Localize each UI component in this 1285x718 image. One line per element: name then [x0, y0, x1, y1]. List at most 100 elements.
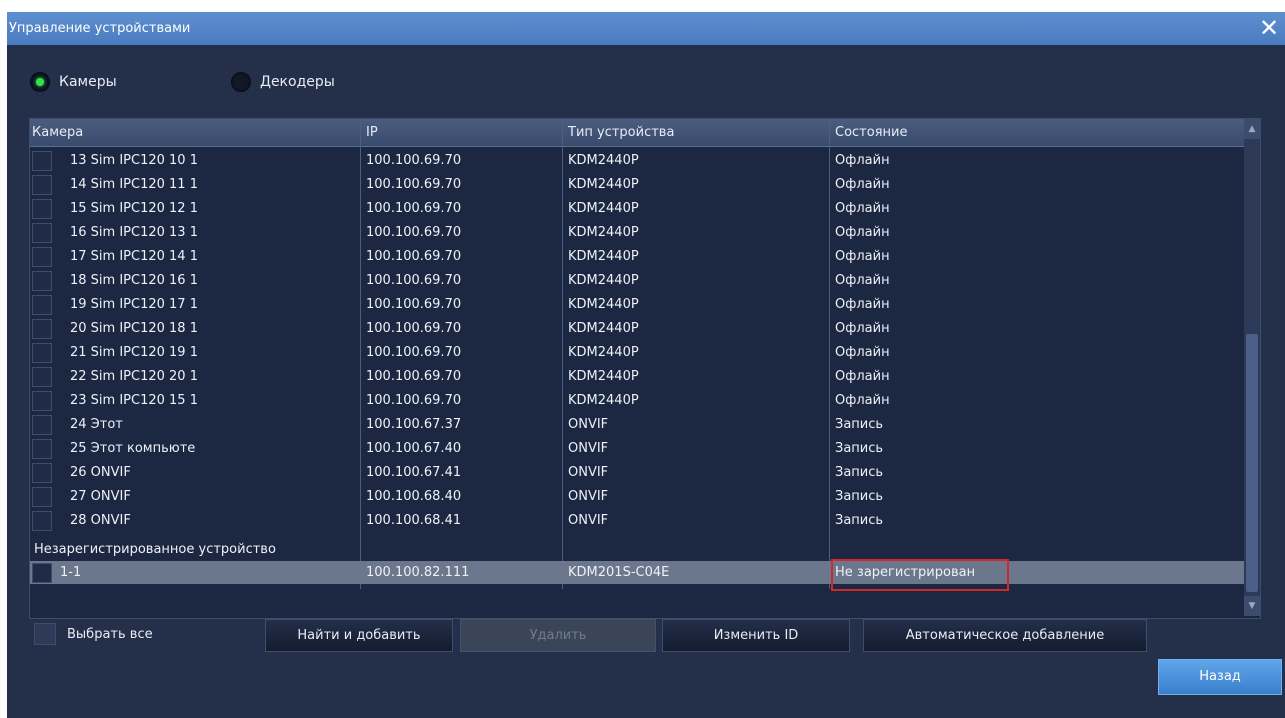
table-row[interactable]: 26 ONVIF 100.100.67.41 ONVIF Запись — [30, 461, 1252, 484]
cell-ip: 100.100.69.70 — [366, 153, 462, 168]
delete-button[interactable]: Удалить — [460, 619, 656, 652]
cell-type: ONVIF — [568, 513, 609, 528]
column-header-ip[interactable]: IP — [366, 125, 378, 140]
cell-status: Запись — [835, 489, 884, 504]
table-row[interactable]: 16 Sim IPC120 13 1 100.100.69.70 KDM2440P О… — [30, 221, 1252, 244]
cell-ip: 100.100.69.70 — [366, 297, 462, 312]
cell-type: KDM2440P — [568, 273, 639, 288]
row-checkbox[interactable] — [32, 319, 52, 339]
table-scrollbar[interactable]: ▲ ▼ — [1244, 119, 1260, 616]
row-checkbox[interactable] — [32, 271, 52, 291]
cell-type: KDM2440P — [568, 153, 639, 168]
cell-ip: 100.100.69.70 — [366, 273, 462, 288]
row-checkbox[interactable] — [32, 343, 52, 363]
cell-camera: 19 Sim IPC120 17 1 — [70, 297, 198, 312]
table-row[interactable]: 27 ONVIF 100.100.68.40 ONVIF Запись — [30, 485, 1252, 508]
cell-status: Запись — [835, 465, 884, 480]
cell-type: KDM2440P — [568, 297, 639, 312]
cell-type: KDM201S-C04E — [568, 565, 670, 580]
cell-type: ONVIF — [568, 417, 609, 432]
table-row[interactable]: 28 ONVIF 100.100.68.41 ONVIF Запись — [30, 509, 1252, 532]
cell-type: KDM2440P — [568, 345, 639, 360]
table-row[interactable]: 13 Sim IPC120 10 1 100.100.69.70 KDM2440P О… — [30, 149, 1252, 172]
row-checkbox[interactable] — [32, 199, 52, 219]
table-row[interactable]: 14 Sim IPC120 11 1 100.100.69.70 KDM2440P О… — [30, 173, 1252, 196]
cell-camera: 17 Sim IPC120 14 1 — [70, 249, 198, 264]
cell-status: Офлайн — [835, 345, 890, 360]
cell-ip: 100.100.69.70 — [366, 393, 462, 408]
row-checkbox[interactable] — [32, 247, 52, 267]
cell-status: Запись — [835, 513, 884, 528]
cell-camera: 21 Sim IPC120 19 1 — [70, 345, 198, 360]
table-row[interactable]: 20 Sim IPC120 18 1 100.100.69.70 KDM2440P О… — [30, 317, 1252, 340]
cell-ip: 100.100.69.70 — [366, 249, 462, 264]
close-icon[interactable]: ✕ — [1255, 14, 1283, 42]
table-row[interactable]: 23 Sim IPC120 15 1 100.100.69.70 KDM2440P О… — [30, 389, 1252, 412]
cell-type: KDM2440P — [568, 249, 639, 264]
table-row[interactable]: 15 Sim IPC120 12 1 100.100.69.70 KDM2440P О… — [30, 197, 1252, 220]
table-row[interactable]: 18 Sim IPC120 16 1 100.100.69.70 KDM2440P О… — [30, 269, 1252, 292]
radio-decoders-label: Декодеры — [260, 74, 335, 90]
cell-camera: 27 ONVIF — [70, 489, 131, 504]
row-checkbox[interactable] — [32, 391, 52, 411]
cell-ip: 100.100.67.37 — [366, 417, 462, 432]
row-checkbox[interactable] — [32, 295, 52, 315]
group-header-unregistered: Незарегистрированное устройство — [30, 538, 1252, 561]
radio-cameras[interactable]: Камеры — [30, 72, 117, 92]
row-checkbox[interactable] — [32, 487, 52, 507]
cell-camera: 13 Sim IPC120 10 1 — [70, 153, 198, 168]
table-row[interactable]: 17 Sim IPC120 14 1 100.100.69.70 KDM2440P О… — [30, 245, 1252, 268]
column-header-status[interactable]: Состояние — [835, 125, 907, 140]
cell-type: ONVIF — [568, 489, 609, 504]
cell-status: Офлайн — [835, 225, 890, 240]
cell-status: Запись — [835, 417, 884, 432]
cell-status: Офлайн — [835, 297, 890, 312]
back-button[interactable]: Назад — [1158, 659, 1282, 695]
cell-status: Офлайн — [835, 177, 890, 192]
cell-ip: 100.100.68.40 — [366, 489, 462, 504]
cell-status: Офлайн — [835, 321, 890, 336]
row-checkbox[interactable] — [32, 175, 52, 195]
table-row[interactable]: 22 Sim IPC120 20 1 100.100.69.70 KDM2440P О… — [30, 365, 1252, 388]
table-row[interactable]: 19 Sim IPC120 17 1 100.100.69.70 KDM2440P О… — [30, 293, 1252, 316]
row-checkbox[interactable] — [32, 511, 52, 531]
cell-type: ONVIF — [568, 465, 609, 480]
cell-ip: 100.100.69.70 — [366, 345, 462, 360]
table-header: Камера IP Тип устройства Состояние — [30, 119, 1260, 147]
scroll-down-icon[interactable]: ▼ — [1244, 596, 1260, 616]
table-row[interactable]: 24 Этот 100.100.67.37 ONVIF Запись — [30, 413, 1252, 436]
table-row[interactable]: 25 Этот компьюте 100.100.67.40 ONVIF Запись — [30, 437, 1252, 460]
select-all-label: Выбрать все — [67, 627, 153, 642]
radio-decoders[interactable]: Декодеры — [231, 72, 335, 92]
change-id-button[interactable]: Изменить ID — [662, 619, 850, 652]
scroll-up-icon[interactable]: ▲ — [1244, 119, 1260, 139]
row-checkbox[interactable] — [32, 223, 52, 243]
cell-type: KDM2440P — [568, 225, 639, 240]
table-row-unregistered[interactable]: 1-1 100.100.82.111 KDM201S-C04E Не зарег… — [30, 561, 1252, 584]
row-checkbox[interactable] — [32, 439, 52, 459]
cell-camera: 14 Sim IPC120 11 1 — [70, 177, 198, 192]
cell-ip: 100.100.69.70 — [366, 369, 462, 384]
auto-add-button[interactable]: Автоматическое добавление — [863, 619, 1147, 652]
table-row[interactable]: 21 Sim IPC120 19 1 100.100.69.70 KDM2440P О… — [30, 341, 1252, 364]
scroll-thumb[interactable] — [1246, 334, 1258, 592]
find-and-add-button[interactable]: Найти и добавить — [265, 619, 453, 652]
cell-status: Офлайн — [835, 273, 890, 288]
cell-type: KDM2440P — [568, 369, 639, 384]
cell-camera: 22 Sim IPC120 20 1 — [70, 369, 198, 384]
cell-camera: 28 ONVIF — [70, 513, 131, 528]
row-checkbox[interactable] — [32, 367, 52, 387]
row-checkbox[interactable] — [32, 463, 52, 483]
radio-cameras-label: Камеры — [59, 74, 117, 90]
column-header-type[interactable]: Тип устройства — [568, 125, 674, 140]
select-all-checkbox[interactable] — [34, 623, 56, 645]
row-checkbox[interactable] — [32, 563, 52, 583]
cell-camera: 15 Sim IPC120 12 1 — [70, 201, 198, 216]
column-header-camera[interactable]: Камера — [32, 125, 83, 140]
device-management-window: Управление устройствами ✕ Камеры Декодер… — [7, 12, 1285, 718]
cell-ip: 100.100.69.70 — [366, 177, 462, 192]
cell-type: KDM2440P — [568, 393, 639, 408]
window-title: Управление устройствами — [9, 21, 191, 36]
row-checkbox[interactable] — [32, 415, 52, 435]
row-checkbox[interactable] — [32, 151, 52, 171]
